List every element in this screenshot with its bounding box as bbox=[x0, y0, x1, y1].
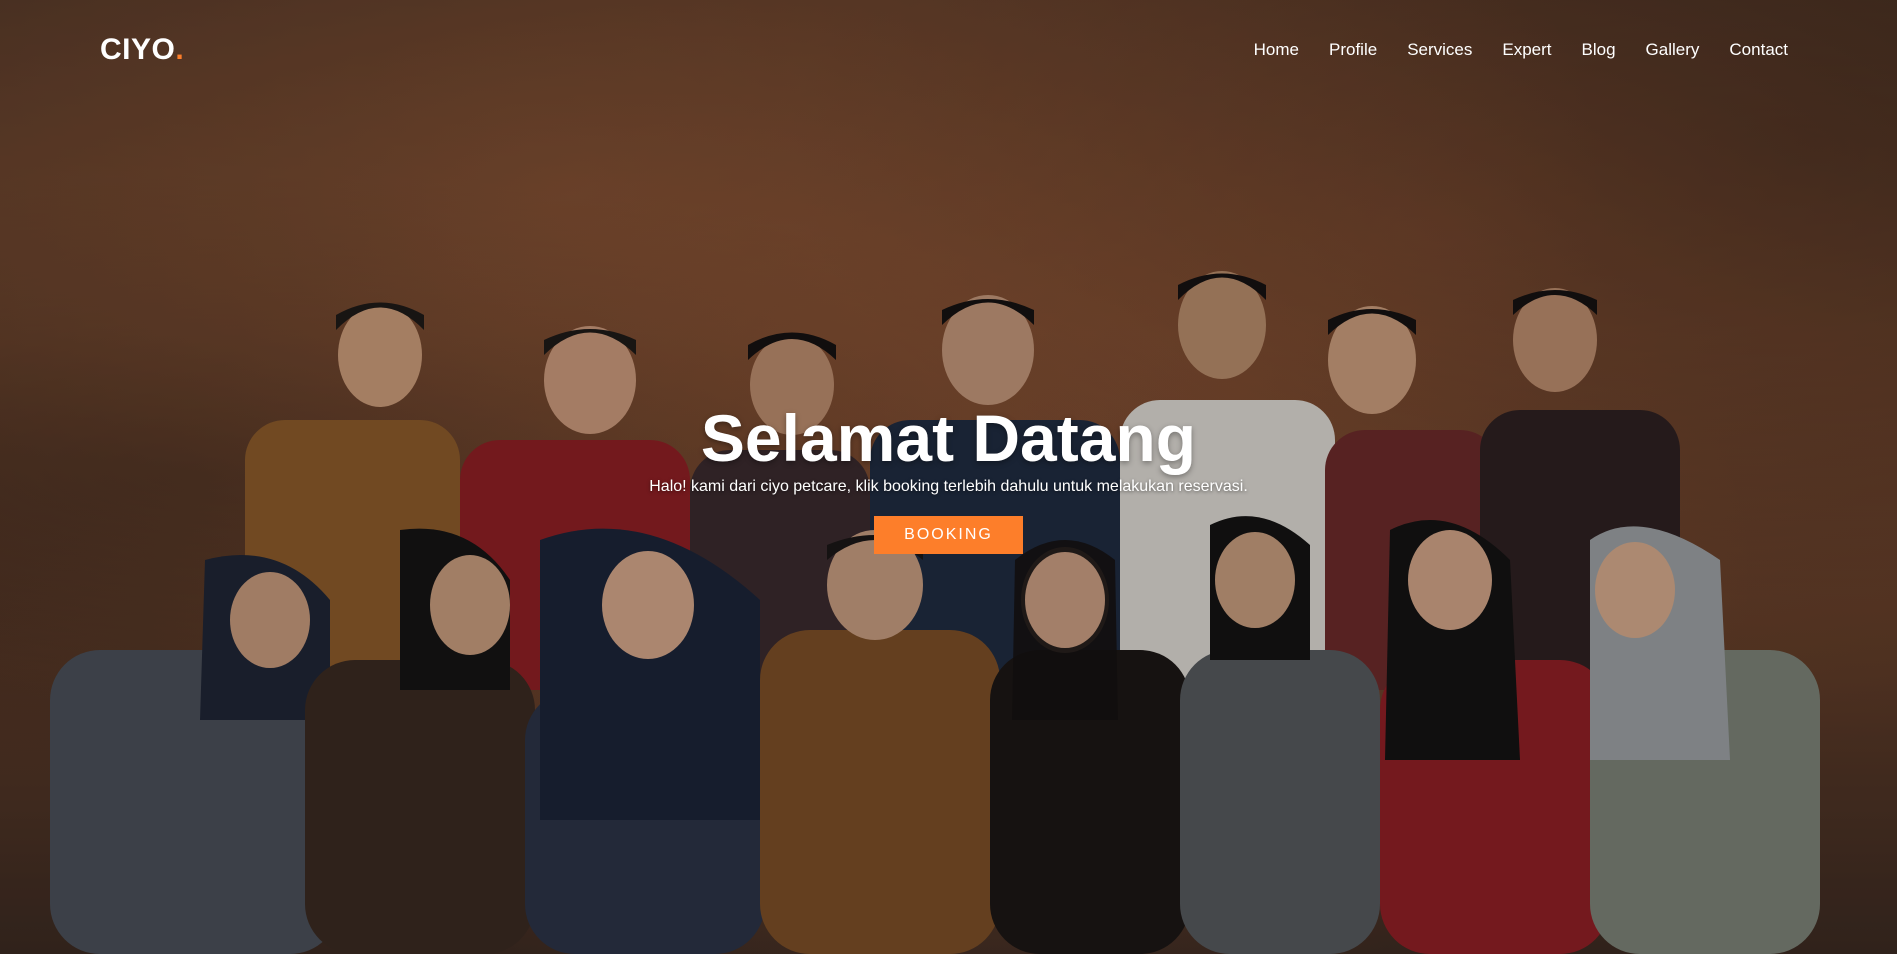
hero-subtitle: Halo! kami dari ciyo petcare, klik booki… bbox=[649, 478, 1248, 495]
brand-logo[interactable]: CIYO. bbox=[100, 33, 184, 67]
nav-item-expert[interactable]: Expert bbox=[1487, 40, 1566, 60]
nav-item-profile[interactable]: Profile bbox=[1314, 40, 1392, 60]
navbar: CIYO. Home Profile Services Expert Blog … bbox=[0, 0, 1897, 100]
brand-name: CIYO bbox=[100, 33, 176, 66]
nav-menu: Home Profile Services Expert Blog Galler… bbox=[1239, 40, 1803, 60]
booking-button[interactable]: BOOKING bbox=[874, 516, 1023, 554]
hero-content: Selamat Datang Halo! kami dari ciyo petc… bbox=[0, 400, 1897, 554]
nav-item-blog[interactable]: Blog bbox=[1567, 40, 1631, 60]
hero-title: Selamat Datang bbox=[700, 401, 1197, 475]
brand-dot: . bbox=[175, 33, 185, 66]
nav-item-contact[interactable]: Contact bbox=[1714, 40, 1803, 60]
nav-item-gallery[interactable]: Gallery bbox=[1631, 40, 1715, 60]
nav-item-services[interactable]: Services bbox=[1392, 40, 1487, 60]
nav-item-home[interactable]: Home bbox=[1239, 40, 1314, 60]
